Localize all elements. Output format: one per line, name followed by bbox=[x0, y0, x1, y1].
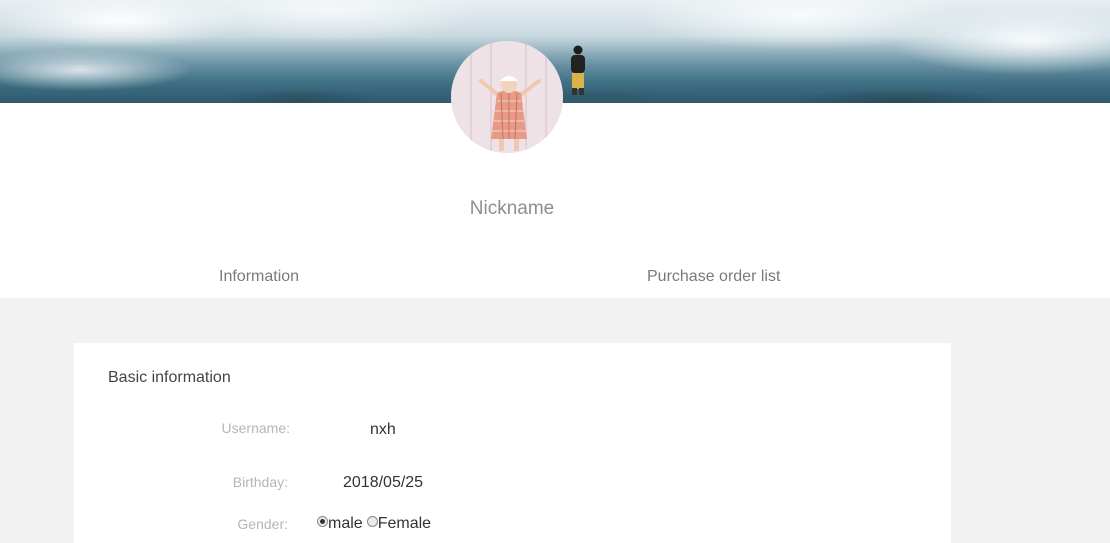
gender-female-label[interactable]: Female bbox=[378, 515, 431, 532]
username-label: Username: bbox=[221, 420, 290, 436]
birthday-value: 2018/05/25 bbox=[343, 474, 424, 491]
banner-hiker-figure bbox=[571, 45, 585, 95]
avatar[interactable] bbox=[451, 41, 563, 153]
gender-male-label[interactable]: male bbox=[328, 515, 363, 532]
gender-female-radio[interactable] bbox=[366, 516, 378, 527]
birthday-label: Birthday: bbox=[232, 474, 288, 490]
gender-label: Gender: bbox=[237, 516, 288, 532]
avatar-photo bbox=[451, 41, 563, 153]
nickname-text: Nickname bbox=[469, 198, 555, 219]
basic-information-card: Basic information Username: nxh Birthday… bbox=[74, 343, 951, 543]
card-title: Basic information bbox=[108, 369, 231, 386]
gender-male-radio[interactable] bbox=[317, 516, 328, 527]
username-value: nxh bbox=[370, 421, 396, 438]
tab-information[interactable]: Information bbox=[219, 268, 299, 286]
gender-radio-group: male Female bbox=[317, 515, 431, 533]
profile-header-panel: Nickname Information Purchase order list bbox=[0, 103, 1110, 298]
tab-purchase-order-list[interactable]: Purchase order list bbox=[647, 268, 780, 286]
